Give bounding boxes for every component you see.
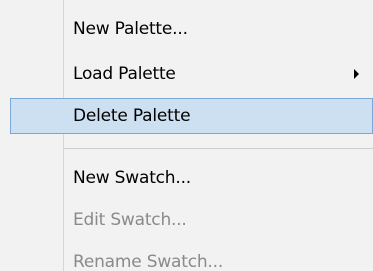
menu-item-label: Delete Palette (73, 106, 191, 126)
menu-item-label: Rename Swatch... (73, 252, 224, 271)
menu-item-load-palette[interactable]: Load Palette (0, 56, 373, 92)
menu-item-label: Load Palette (73, 64, 176, 84)
chevron-right-icon (354, 69, 359, 79)
menu-item-label: New Palette... (73, 19, 188, 39)
menu-item-label: New Swatch... (73, 168, 191, 188)
menu-item-new-palette[interactable]: New Palette... (0, 11, 373, 47)
menu-separator (64, 148, 373, 149)
menu-item-new-swatch[interactable]: New Swatch... (0, 160, 373, 196)
menu-item-edit-swatch[interactable]: Edit Swatch... (0, 202, 373, 238)
context-menu: New Palette... Load Palette Delete Palet… (0, 0, 373, 271)
menu-item-delete-palette[interactable]: Delete Palette (10, 98, 373, 134)
menu-item-label: Edit Swatch... (73, 210, 187, 230)
menu-item-rename-swatch[interactable]: Rename Swatch... (0, 244, 373, 271)
